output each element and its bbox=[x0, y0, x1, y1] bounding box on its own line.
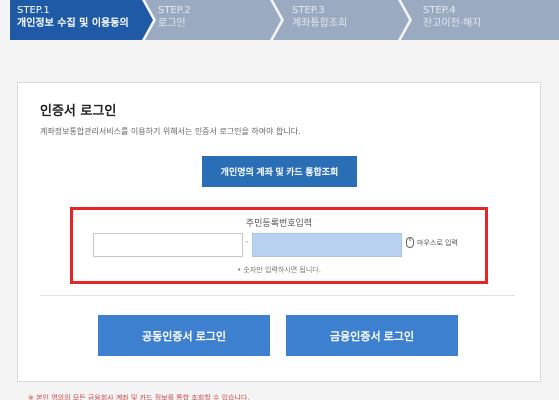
page-title: 인증서 로그인 bbox=[40, 104, 117, 119]
account-inquiry-button[interactable]: 개인명의 계좌 및 카드 통합조회 bbox=[202, 156, 357, 187]
step-3: STEP.3 계좌통합조회 bbox=[292, 0, 347, 40]
rrn-input-section: 주민등록번호입력 - 마우스로 입력 • 숫자만 입력하시면 됩니다. bbox=[70, 207, 488, 284]
step-2-number: STEP.2 bbox=[158, 5, 191, 16]
step-2: STEP.2 로그인 bbox=[158, 0, 191, 40]
footnote: ※ 본인 명의의 모든 금융회사 계좌 및 카드 정보를 통합 조회할 수 있습… bbox=[28, 394, 250, 400]
step-4: STEP.4 잔고이전·해지 bbox=[423, 0, 481, 40]
step-1-label: 개인정보 수집 및 이용동의 bbox=[17, 18, 129, 29]
rrn-dash: - bbox=[245, 237, 249, 247]
step-1-number: STEP.1 bbox=[17, 5, 50, 16]
rrn-hint: • 숫자만 입력하시면 됩니다. bbox=[237, 266, 321, 274]
divider bbox=[40, 295, 515, 296]
mouse-input-toggle[interactable]: 마우스로 입력 bbox=[406, 237, 458, 248]
login-description: 계좌정보통합관리서비스를 이용하기 위해서는 인증서 로그인을 하여야 합니다. bbox=[40, 127, 301, 136]
step-3-label: 계좌통합조회 bbox=[292, 18, 348, 29]
mouse-input-label: 마우스로 입력 bbox=[417, 238, 458, 247]
rrn-front-input[interactable] bbox=[93, 233, 243, 257]
joint-certificate-login-button[interactable]: 공동인증서 로그인 bbox=[98, 315, 270, 356]
step-2-label: 로그인 bbox=[158, 18, 186, 29]
login-card: 인증서 로그인 계좌정보통합관리서비스를 이용하기 위해서는 인증서 로그인을 … bbox=[17, 82, 541, 382]
step-3-number: STEP.3 bbox=[292, 5, 325, 16]
rrn-back-input[interactable] bbox=[252, 233, 402, 257]
step-4-label: 잔고이전·해지 bbox=[423, 18, 482, 29]
step-4-number: STEP.4 bbox=[423, 5, 456, 16]
mouse-icon bbox=[406, 237, 414, 248]
step-1: STEP.1 개인정보 수집 및 이용동의 bbox=[17, 0, 129, 40]
step-progress: STEP.1 개인정보 수집 및 이용동의 STEP.2 로그인 STEP.3 … bbox=[10, 0, 559, 40]
rrn-label: 주민등록번호입력 bbox=[245, 219, 313, 229]
financial-certificate-login-button[interactable]: 금융인증서 로그인 bbox=[286, 315, 458, 356]
